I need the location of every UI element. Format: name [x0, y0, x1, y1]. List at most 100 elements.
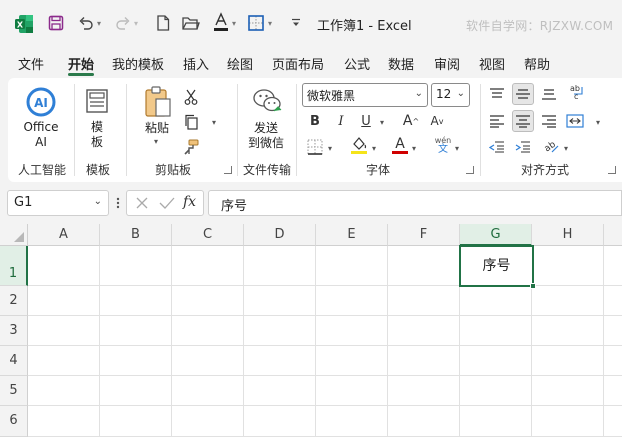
fill-color-dropdown-chevron-icon[interactable]: ▾	[372, 144, 376, 153]
underline-dropdown-chevron-icon[interactable]: ▾	[380, 118, 384, 127]
cell-e5[interactable]	[316, 376, 388, 406]
cell-e3[interactable]	[316, 316, 388, 346]
italic-button[interactable]: I	[330, 110, 352, 132]
column-header-g[interactable]: G	[460, 224, 532, 246]
template-icon[interactable]	[85, 88, 109, 116]
cell-h1[interactable]	[532, 246, 604, 286]
clipboard-dialog-launcher-icon[interactable]	[224, 166, 232, 174]
cell-d6[interactable]	[244, 406, 316, 437]
cell-f3[interactable]	[388, 316, 460, 346]
cell-b2[interactable]	[100, 286, 172, 316]
cell-e6[interactable]	[316, 406, 388, 437]
tab-draw[interactable]: 绘图	[227, 54, 253, 73]
cell-d4[interactable]	[244, 346, 316, 376]
copy-dropdown-chevron-icon[interactable]: ▾	[212, 118, 216, 127]
undo-dropdown-chevron-icon[interactable]: ▾	[97, 19, 101, 28]
text-orientation-icon[interactable]: ab	[540, 135, 562, 157]
font-color-dropdown-chevron-icon[interactable]: ▾	[412, 144, 416, 153]
cell-i5[interactable]	[604, 376, 622, 406]
formula-input[interactable]: 序号	[208, 190, 622, 216]
cell-b6[interactable]	[100, 406, 172, 437]
cell-c1[interactable]	[172, 246, 244, 286]
phonetic-guide-button[interactable]: wén 文	[432, 134, 454, 156]
copy-icon[interactable]	[180, 111, 202, 133]
cell-i2[interactable]	[604, 286, 622, 316]
font-size-select[interactable]: 12 ⌄	[431, 83, 470, 107]
cell-h4[interactable]	[532, 346, 604, 376]
cell-e2[interactable]	[316, 286, 388, 316]
cell-b4[interactable]	[100, 346, 172, 376]
row-header-3[interactable]: 3	[0, 316, 28, 346]
tab-file[interactable]: 文件	[18, 54, 44, 73]
column-header-e[interactable]: E	[316, 224, 388, 246]
cell-e4[interactable]	[316, 346, 388, 376]
increase-font-size-button[interactable]: A ^	[400, 110, 422, 132]
cell-a3[interactable]	[28, 316, 100, 346]
tab-page-layout[interactable]: 页面布局	[272, 54, 324, 73]
tab-insert[interactable]: 插入	[183, 54, 209, 73]
cell-g5[interactable]	[460, 376, 532, 406]
decrease-indent-icon[interactable]	[486, 136, 508, 158]
insert-function-button[interactable]: fx	[183, 194, 196, 210]
column-header-b[interactable]: B	[100, 224, 172, 246]
undo-icon[interactable]	[77, 14, 95, 32]
bold-button[interactable]: B	[304, 110, 326, 132]
row-header-5[interactable]: 5	[0, 376, 28, 406]
cell-a6[interactable]	[28, 406, 100, 437]
cell-b1[interactable]	[100, 246, 172, 286]
merge-center-icon[interactable]	[564, 110, 586, 132]
borders-dropdown-chevron-icon[interactable]: ▾	[328, 144, 332, 153]
open-folder-icon[interactable]	[181, 14, 201, 32]
cell-d5[interactable]	[244, 376, 316, 406]
paste-dropdown-chevron-icon[interactable]: ▾	[154, 137, 158, 146]
decrease-font-size-button[interactable]: Av	[426, 110, 448, 132]
cell-h2[interactable]	[532, 286, 604, 316]
font-color-icon[interactable]	[212, 11, 230, 33]
row-header-6[interactable]: 6	[0, 406, 28, 437]
paste-icon[interactable]	[144, 86, 172, 118]
tab-home[interactable]: 开始	[68, 54, 94, 73]
cancel-icon[interactable]	[135, 196, 149, 213]
enter-check-icon[interactable]	[159, 196, 175, 213]
cell-a5[interactable]	[28, 376, 100, 406]
format-painter-icon[interactable]	[180, 136, 202, 158]
align-center-icon[interactable]	[512, 110, 534, 132]
customize-quick-access-icon[interactable]	[290, 16, 302, 30]
tab-formulas[interactable]: 公式	[344, 54, 370, 73]
cell-f5[interactable]	[388, 376, 460, 406]
align-top-icon[interactable]	[486, 83, 508, 105]
cell-e1[interactable]	[316, 246, 388, 286]
font-name-select[interactable]: 微软雅黑 ⌄	[302, 83, 428, 107]
send-to-wechat-label-line1[interactable]: 发送	[246, 121, 286, 136]
cell-borders-icon[interactable]	[304, 136, 326, 158]
cell-g4[interactable]	[460, 346, 532, 376]
borders-icon[interactable]	[247, 14, 265, 32]
cell-d2[interactable]	[244, 286, 316, 316]
cell-d1[interactable]	[244, 246, 316, 286]
font-dialog-launcher-icon[interactable]	[466, 166, 474, 174]
cut-icon[interactable]	[180, 86, 202, 108]
cell-b3[interactable]	[100, 316, 172, 346]
column-header-f[interactable]: F	[388, 224, 460, 246]
align-right-icon[interactable]	[538, 110, 560, 132]
column-header-c[interactable]: C	[172, 224, 244, 246]
row-header-1[interactable]: 1	[0, 246, 28, 286]
cell-b5[interactable]	[100, 376, 172, 406]
select-all-button[interactable]	[0, 224, 28, 246]
office-ai-button[interactable]: AI	[23, 87, 59, 117]
row-header-4[interactable]: 4	[0, 346, 28, 376]
cell-g2[interactable]	[460, 286, 532, 316]
tab-data[interactable]: 数据	[388, 54, 414, 73]
merge-dropdown-chevron-icon[interactable]: ▾	[596, 118, 600, 127]
wrap-text-icon[interactable]: ab c	[566, 81, 588, 103]
cell-a1[interactable]	[28, 246, 100, 286]
borders-dropdown-chevron-icon[interactable]: ▾	[268, 19, 272, 28]
paste-label[interactable]: 粘贴	[142, 121, 172, 136]
underline-button[interactable]: U	[355, 110, 377, 132]
cell-g6[interactable]	[460, 406, 532, 437]
cell-f6[interactable]	[388, 406, 460, 437]
more-options-icon[interactable]	[116, 194, 120, 212]
cell-h3[interactable]	[532, 316, 604, 346]
column-header-a[interactable]: A	[28, 224, 100, 246]
cell-d3[interactable]	[244, 316, 316, 346]
